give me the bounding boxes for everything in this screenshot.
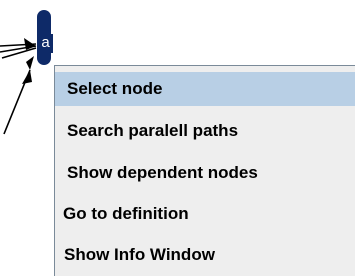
menu-item-go-to-definition[interactable]: Go to definition	[55, 197, 355, 231]
graph-canvas: a Select node Search paralell paths Show…	[0, 0, 355, 276]
menu-item-show-dependent-nodes[interactable]: Show dependent nodes	[55, 156, 355, 190]
graph-edges	[0, 38, 37, 135]
edge-arrowhead	[22, 70, 32, 84]
graph-node-label[interactable]: a	[38, 34, 53, 53]
menu-item-search-paralell-paths[interactable]: Search paralell paths	[55, 114, 355, 148]
edge-arrowhead	[26, 56, 34, 70]
menu-item-select-node[interactable]: Select node	[55, 72, 355, 106]
menu-item-show-info-window[interactable]: Show Info Window	[55, 238, 355, 272]
context-menu: Select node Search paralell paths Show d…	[54, 65, 355, 276]
